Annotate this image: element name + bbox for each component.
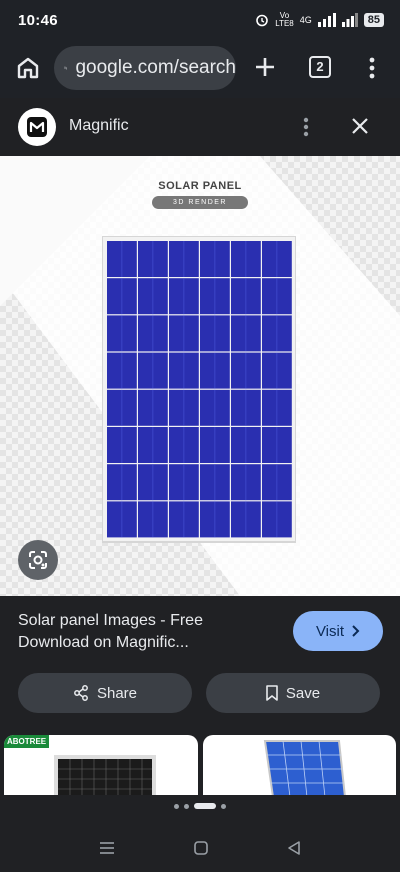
share-button[interactable]: Share <box>18 673 192 713</box>
image-result-sheet: Magnific SOLAR PANEL 3D RENDER Solar pan… <box>0 98 400 872</box>
image-preview[interactable]: SOLAR PANEL 3D RENDER <box>0 156 400 596</box>
visit-button[interactable]: Visit <box>293 611 383 651</box>
site-logo[interactable] <box>18 108 56 146</box>
visit-label: Visit <box>315 622 345 640</box>
signal-icon <box>317 13 336 27</box>
new-tab-icon[interactable] <box>252 54 278 80</box>
volte-bottom: LTE8 <box>275 19 294 28</box>
tune-icon[interactable] <box>64 59 68 77</box>
tabs-count-button[interactable]: 2 <box>309 56 331 78</box>
alarm-icon <box>256 14 269 27</box>
image-subcaption: 3D RENDER <box>152 196 248 209</box>
home-icon[interactable] <box>14 54 42 82</box>
carousel-indicator <box>0 803 400 809</box>
solar-panel-image <box>102 236 296 543</box>
carousel-dot <box>174 803 179 809</box>
google-lens-icon <box>29 551 47 569</box>
share-label: Share <box>96 684 138 702</box>
carousel-dot <box>194 803 216 809</box>
system-nav-bar <box>0 824 400 872</box>
close-icon[interactable] <box>349 115 371 137</box>
related-thumbnail[interactable] <box>203 735 396 795</box>
status-indicators: Vo LTE8 4G 85 <box>255 12 384 28</box>
thumbnail-tag: ABOTREE <box>4 735 50 748</box>
site-name[interactable]: Magnific <box>69 117 129 135</box>
share-icon <box>74 685 88 701</box>
status-bar: 10:46 Vo LTE8 4G 85 <box>0 0 400 40</box>
screen: 10:46 Vo LTE8 4G 85 google.com/search 2 <box>0 0 400 872</box>
related-thumbnail[interactable]: ABOTREE <box>4 735 198 795</box>
save-button[interactable]: Save <box>206 673 380 713</box>
volte-indicator: Vo LTE8 <box>275 12 294 28</box>
url-text: google.com/search <box>75 57 236 78</box>
magnific-logo-icon <box>27 117 47 137</box>
carousel-dot <box>184 803 189 809</box>
chevron-right-icon <box>352 625 360 637</box>
carousel-dot <box>221 803 226 809</box>
google-lens-button[interactable] <box>18 540 58 580</box>
address-bar[interactable]: google.com/search <box>54 46 236 90</box>
sheet-more-icon[interactable] <box>298 115 314 139</box>
result-title[interactable]: Solar panel Images - Free Download on Ma… <box>18 610 268 654</box>
battery-level: 85 <box>363 13 384 27</box>
recents-icon[interactable] <box>99 841 115 855</box>
signal-icon-2 <box>341 13 358 27</box>
back-icon[interactable] <box>287 840 301 856</box>
bookmark-icon <box>266 685 278 701</box>
save-label: Save <box>285 684 321 702</box>
browser-toolbar: google.com/search 2 <box>0 40 400 98</box>
more-vert-icon[interactable] <box>364 54 380 82</box>
sheet-header: Magnific <box>0 98 400 156</box>
image-caption: SOLAR PANEL <box>158 180 242 192</box>
status-time: 10:46 <box>18 11 58 29</box>
network-type: 4G <box>299 15 312 25</box>
home-square-icon[interactable] <box>193 840 209 856</box>
thumbnail-panel-image <box>263 740 346 795</box>
